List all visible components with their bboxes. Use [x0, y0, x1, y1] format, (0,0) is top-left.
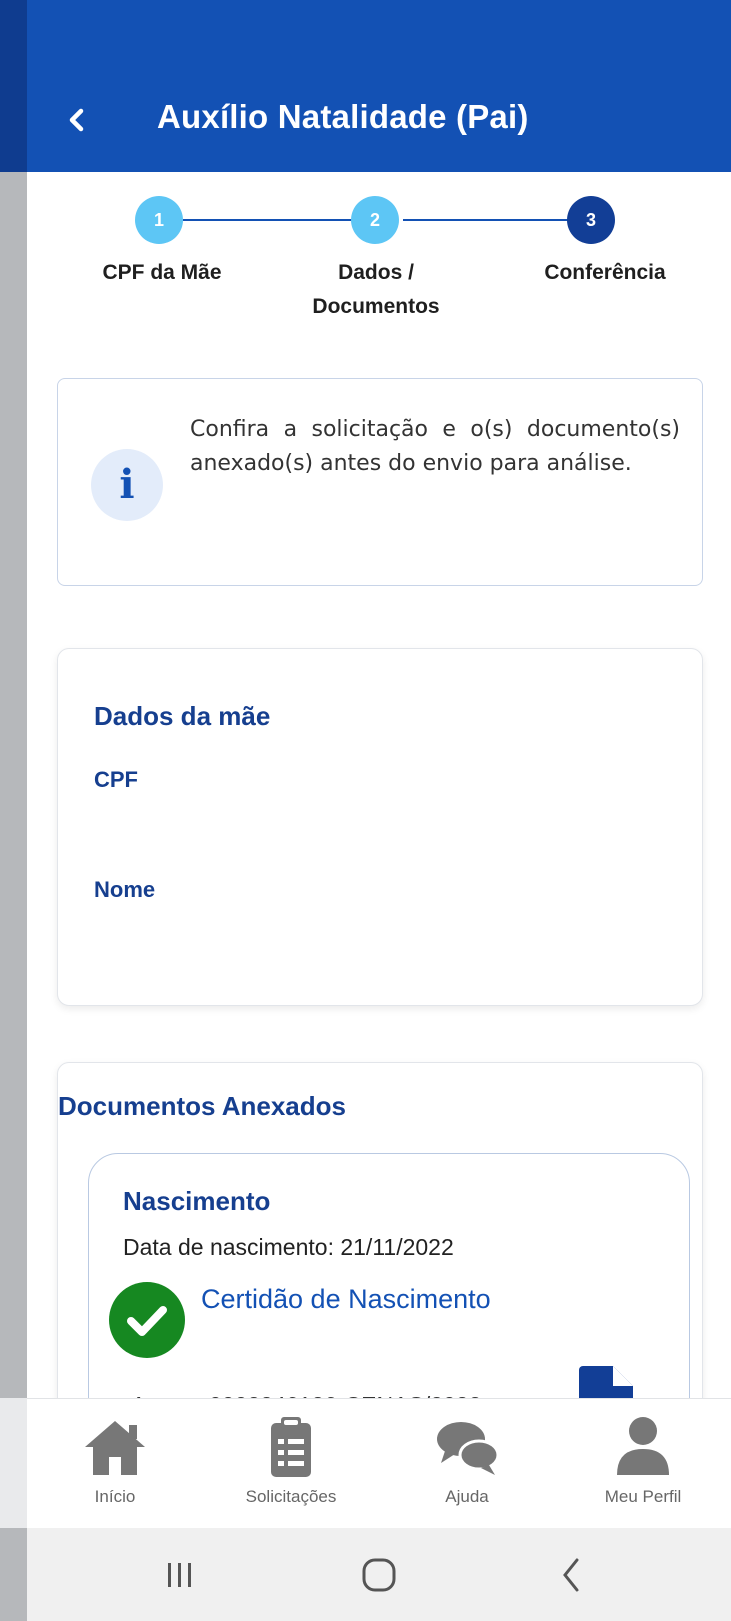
user-icon: [617, 1417, 669, 1475]
nav-profile-label: Meu Perfil: [604, 1487, 682, 1506]
step-2-label-line2: Documentos: [312, 295, 440, 318]
cpf-label: CPF: [94, 767, 138, 792]
nav-requests-label: Solicitações: [245, 1487, 337, 1506]
step-2-label-line1: Dados /: [338, 261, 414, 284]
left-edge-footer: [0, 1398, 27, 1528]
info-message-card: i Confira a solicitação e o(s) documento…: [57, 378, 703, 586]
info-icon: i: [91, 449, 163, 521]
app-bar: Auxílio Natalidade (Pai): [27, 0, 731, 172]
left-edge-strip: [0, 0, 27, 1621]
recent-apps-icon: [168, 1563, 191, 1587]
mother-data-title: Dados da mãe: [94, 701, 271, 731]
bottom-navigation: Início Solicitações Ajuda Meu Perfil: [27, 1398, 731, 1529]
nav-home-label: Início: [94, 1487, 136, 1506]
back-system-button[interactable]: [541, 1548, 601, 1602]
info-message-text: Confira a solicitação e o(s) documento(s…: [190, 417, 680, 476]
step-1-label: CPF da Mãe: [102, 261, 222, 284]
check-circle-icon: [109, 1282, 185, 1358]
chat-bubbles-icon: [437, 1422, 500, 1475]
clipboard-icon: [271, 1417, 311, 1477]
progress-stepper: 1 2 3 CPF da Mãe Dados / Documentos Conf…: [27, 172, 731, 352]
step-2-label: Dados / Documentos: [281, 258, 471, 322]
nav-help-label: Ajuda: [445, 1487, 489, 1506]
nav-profile[interactable]: Meu Perfil: [555, 1399, 731, 1529]
left-edge-header: [0, 0, 27, 172]
app-screen: Auxílio Natalidade (Pai) 1 2 3 CPF da Mã…: [27, 0, 731, 1621]
chevron-left-icon: [69, 108, 84, 132]
home-circle-icon: [362, 1558, 396, 1592]
name-label: Nome: [94, 877, 156, 902]
step-1-circle: 1: [135, 196, 183, 244]
nav-requests[interactable]: Solicitações: [203, 1399, 379, 1529]
step-connector: [403, 219, 583, 221]
home-icon: [85, 1421, 145, 1475]
birth-date-text: Data de nascimento: 21/11/2022: [123, 1234, 454, 1260]
step-2-circle: 2: [351, 196, 399, 244]
document-name: Certidão de Nascimento: [201, 1284, 491, 1314]
back-chevron-icon: [563, 1558, 579, 1592]
back-button[interactable]: [57, 100, 97, 140]
recent-apps-button[interactable]: [149, 1548, 209, 1602]
document-title: Nascimento: [123, 1186, 271, 1216]
attachments-title: Documentos Anexados: [58, 1091, 346, 1121]
mother-data-card: Dados da mãe CPF Nome: [57, 648, 703, 1006]
system-navigation-bar: [27, 1528, 731, 1621]
nav-help[interactable]: Ajuda: [379, 1399, 555, 1529]
home-system-button[interactable]: [349, 1548, 409, 1602]
nav-home[interactable]: Início: [27, 1399, 203, 1529]
page-title: Auxílio Natalidade (Pai): [157, 98, 529, 135]
step-3-circle: 3: [567, 196, 615, 244]
step-3-label: Conferência: [544, 261, 666, 284]
